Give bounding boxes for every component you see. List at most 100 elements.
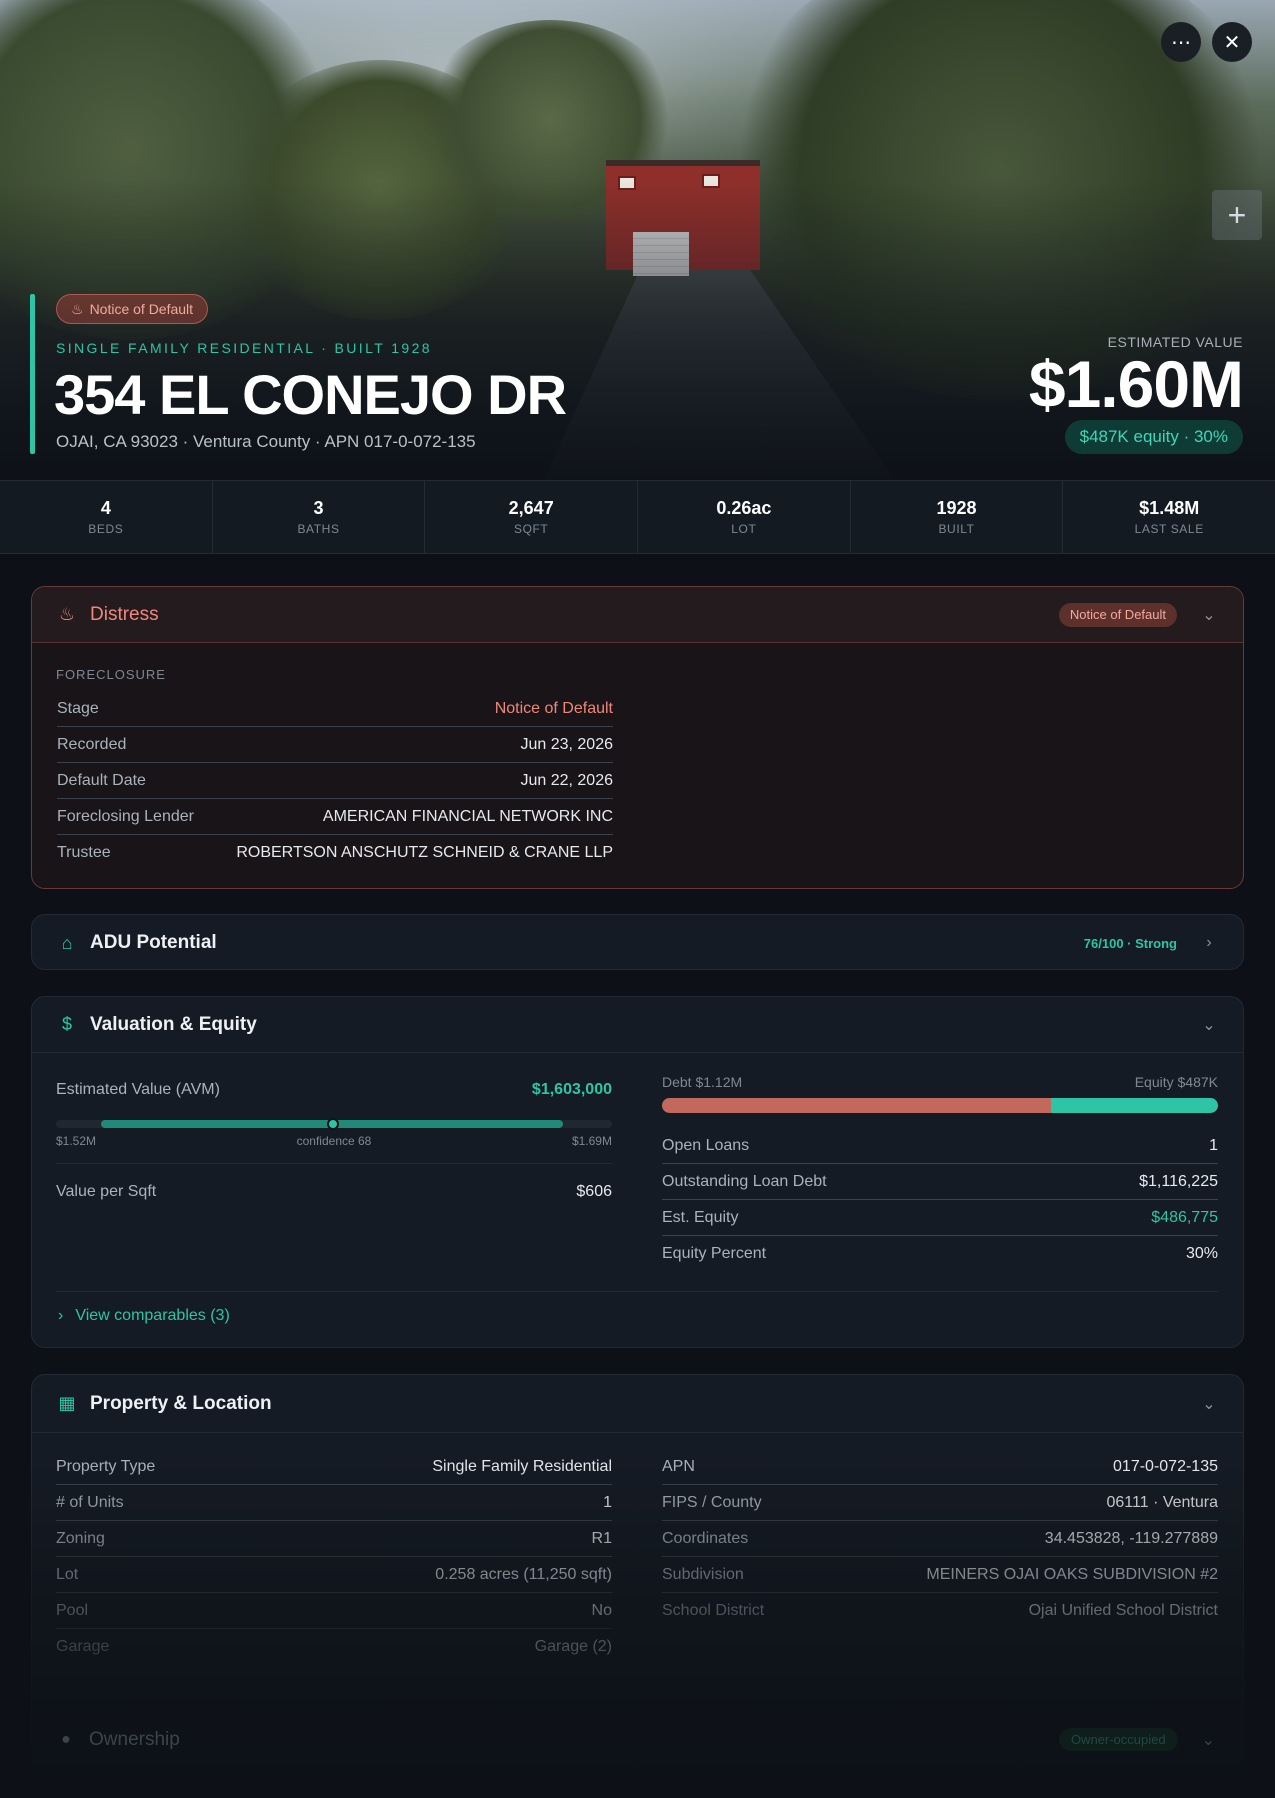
property-header[interactable]: ▦ Property & Location ⌄ [32,1375,1243,1433]
dollar-icon: $ [61,1014,72,1034]
field-value: $1,116,225 [1139,1172,1218,1190]
status-badge: Notice of Default [1058,602,1177,627]
valuation-header[interactable]: $ Valuation & Equity ⌄ [32,997,1243,1053]
list-item: FIPS / County 06111 · Ventura [662,1485,1218,1521]
chevron-down-icon[interactable]: ⌄ [1199,605,1219,625]
chevron-right-icon: › [58,1307,64,1324]
list-item: Property Type Single Family Residential [56,1449,612,1485]
plus-icon: + [1227,196,1247,233]
stat-value: 4 [100,498,111,518]
status-badge: Owner-occupied [1058,1728,1178,1751]
debt-segment [662,1098,1052,1113]
field-value: Garage (2) [534,1638,612,1655]
distress-pill-label: Notice of Default [89,301,194,317]
field-label: Est. Equity [662,1208,739,1226]
list-item: Coordinates 34.453828, -119.277889 [662,1521,1218,1557]
chevron-down-icon[interactable]: ⌄ [1199,1015,1219,1035]
field-label: Trustee [57,844,111,861]
list-item: Lot 0.258 acres (11,250 sqft) [56,1557,612,1593]
field-value: No [591,1601,612,1619]
list-item: Est. Equity $486,775 [662,1200,1218,1236]
list-item: Outstanding Loan Debt $1,116,225 [662,1164,1218,1200]
field-label: Zoning [56,1529,105,1547]
list-item: Stage Notice of Default [57,691,613,727]
range-high: $1.69M [571,1134,612,1148]
field-label: Coordinates [662,1529,749,1547]
field-value: AMERICAN FINANCIAL NETWORK INC [322,807,613,825]
more-button[interactable]: ⋯ [1161,22,1201,62]
view-comparables-link[interactable]: › View comparables (3) [58,1307,230,1325]
stat-label: LAST SALE [1134,522,1204,536]
field-label: Value per Sqft [56,1183,157,1200]
stat-value: 1928 [936,498,977,518]
adu-card[interactable]: ⌂ ADU Potential 76/100 · Strong › [31,914,1244,970]
list-item: Pool No [56,1593,612,1629]
stat-last-sale: $1.48M LAST SALE [1063,481,1275,553]
field-label: # of Units [56,1493,124,1511]
list-item: APN 017-0-072-135 [662,1449,1218,1485]
stat-baths: 3 BATHS [213,481,426,553]
equity-label: Equity $487K [1134,1074,1218,1090]
field-value: MEINERS OJAI OAKS SUBDIVISION #2 [926,1565,1218,1583]
property-title: Property & Location [90,1392,272,1414]
field-label: Equity Percent [662,1245,767,1262]
ownership-header[interactable]: ● Ownership Owner-occupied ⌄ [55,1728,1215,1751]
estimated-value: $1.60M [1028,347,1244,421]
stat-label: BATHS [297,522,340,536]
list-item: Subdivision MEINERS OJAI OAKS SUBDIVISION… [662,1557,1218,1593]
field-value: $606 [576,1183,612,1200]
ownership-title: Ownership [89,1728,180,1750]
view-comparables-label: View comparables (3) [75,1307,230,1324]
zoom-in-button[interactable]: + [1212,190,1262,240]
field-label: Property Type [56,1457,156,1475]
stat-value: $1.48M [1139,498,1200,518]
field-value: 1 [603,1493,612,1511]
list-item: Estimated Value (AVM) $1,603,000 [56,1072,612,1108]
chevron-down-icon: ⌄ [1201,1731,1215,1749]
hero-photo: ⋯ ✕ + ♨ Notice of Default SINGLE FAMILY … [0,0,1275,480]
close-icon: ✕ [1223,31,1241,54]
range-marker [327,1118,339,1130]
chevron-right-icon[interactable]: › [1199,934,1219,952]
building-icon: ▦ [58,1393,76,1413]
list-item: Open Loans 1 [662,1128,1218,1164]
accent-bar [30,294,35,454]
field-label: Open Loans [662,1136,750,1154]
field-label: APN [662,1457,695,1475]
stats-bar: 4 BEDS 3 BATHS 2,647 SQFT 0.26ac LOT 1928 BUI… [0,480,1275,554]
list-item: Trustee ROBERTSON ANSCHUTZ SCHNEID & CRAN… [57,835,613,871]
range-labels: $1.52M confidence 68 $1.69M [56,1134,612,1148]
foreclosure-list: Stage Notice of Default Recorded Jun 23, 2… [57,691,613,871]
field-label: Garage [56,1638,110,1655]
flame-icon: ♨ [71,300,84,317]
field-value: 0.258 acres (11,250 sqft) [435,1565,612,1583]
stat-value: 0.26ac [716,498,772,518]
list-item: Default Date Jun 22, 2026 [57,763,613,799]
field-label: Pool [56,1601,89,1619]
page-title: 354 EL CONEJO DR [54,363,567,426]
debt-equity-labels: Debt $1.12M Equity $487K [662,1074,1218,1090]
stat-built: 1928 BUILT [851,481,1064,553]
field-label: Outstanding Loan Debt [662,1172,827,1190]
distress-pill: ♨ Notice of Default [56,294,209,324]
stat-beds: 4 BEDS [0,481,213,553]
home-icon: ⌂ [61,932,73,953]
field-value: ROBERTSON ANSCHUTZ SCHNEID & CRANE LLP [236,844,613,861]
confidence-range [56,1118,612,1130]
close-button[interactable]: ✕ [1212,22,1252,62]
stat-value: 2,647 [508,498,554,518]
distress-header[interactable]: ♨ Distress Notice of Default ⌄ [32,587,1243,643]
adu-header[interactable]: ⌂ ADU Potential 76/100 · Strong › [32,915,1243,969]
value-per-sqft-row: Value per Sqft $606 [56,1174,612,1210]
field-value: 1 [1209,1136,1218,1154]
field-label: Stage [57,699,99,717]
field-value: Single Family Residential [432,1457,612,1475]
stat-lot: 0.26ac LOT [638,481,851,553]
list-item: Value per Sqft $606 [56,1174,612,1210]
stat-value: 3 [313,498,324,518]
avm-row: Estimated Value (AVM) $1,603,000 [56,1072,612,1108]
address-subline: OJAI, CA 93023 · Ventura County · APN 01… [56,432,476,451]
stat-label: BEDS [88,522,124,536]
field-value: Jun 22, 2026 [520,771,613,789]
chevron-down-icon[interactable]: ⌄ [1199,1394,1219,1414]
